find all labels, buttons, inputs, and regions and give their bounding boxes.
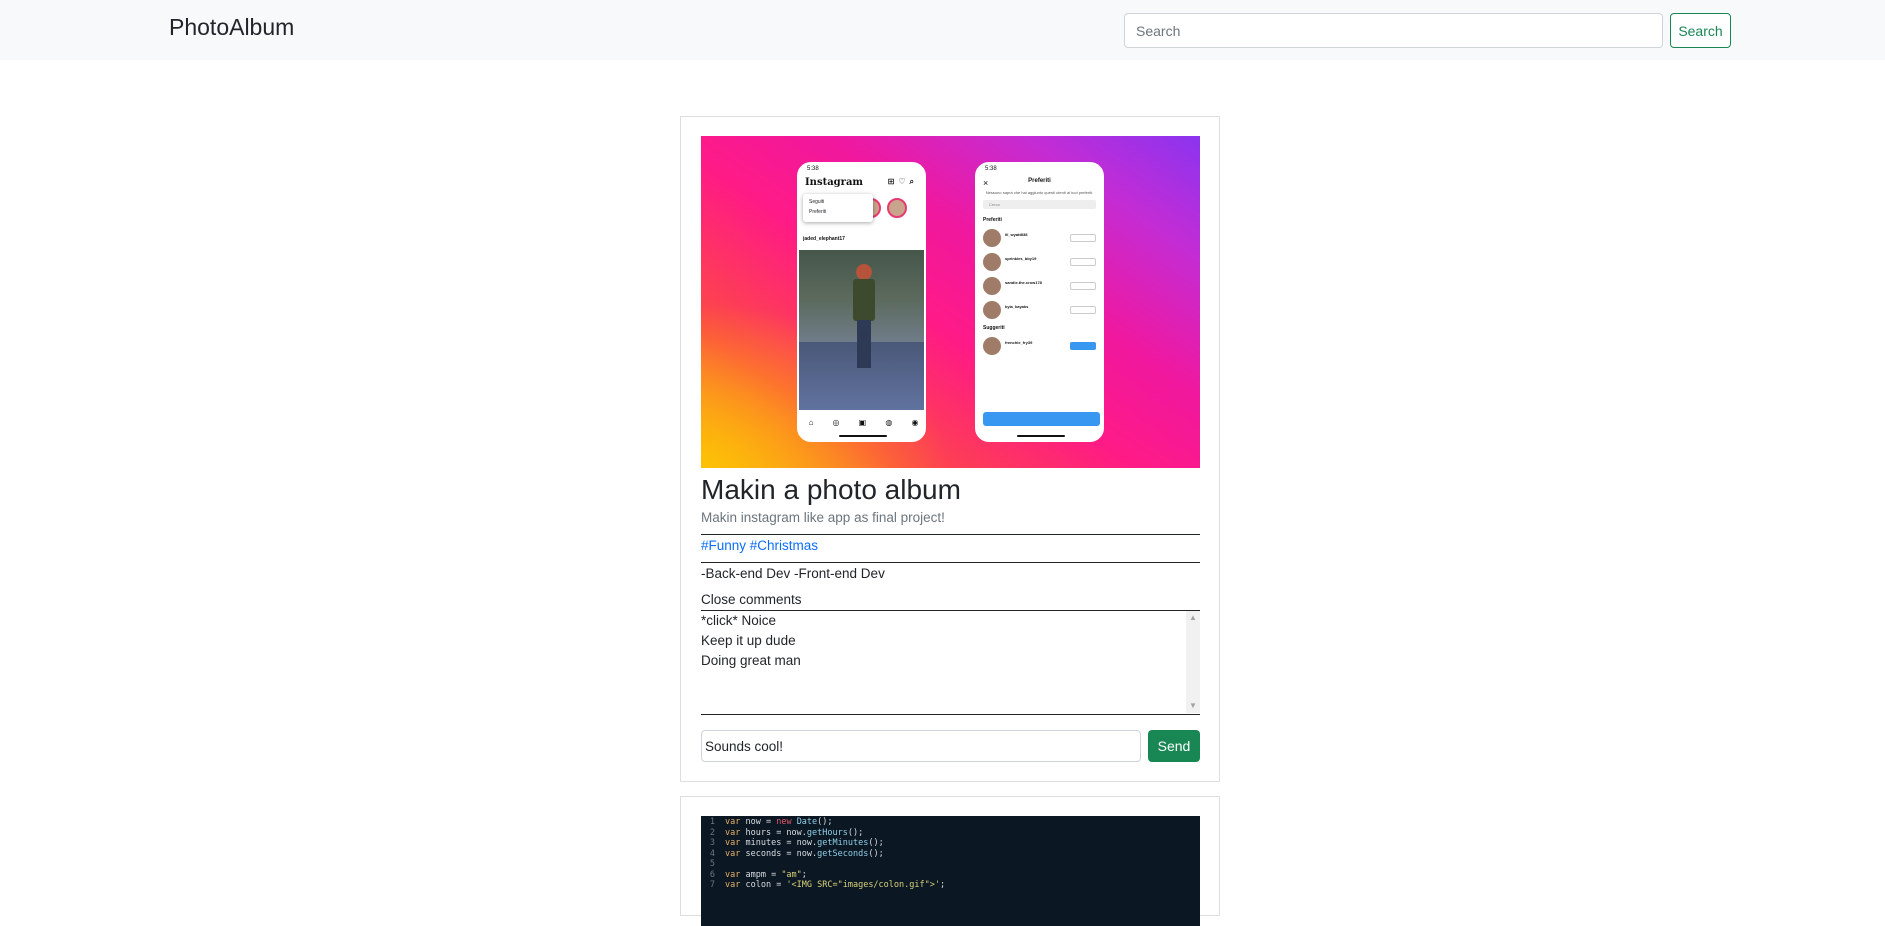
phone-mockup-feed: 5:38 Instagram ⊞♡⌕ Seguiti Preferiti jad… <box>797 162 926 442</box>
code-line: 6 var ampm = "am"; <box>701 870 1200 881</box>
tag-link[interactable]: #Christmas <box>750 538 818 553</box>
code-token: ; <box>801 869 807 880</box>
line-number: 6 <box>709 869 715 880</box>
code-token: colon = <box>745 880 787 890</box>
post-roles: -Back-end Dev -Front-end Dev <box>701 566 885 581</box>
toggle-comments-link[interactable]: Close comments <box>701 592 802 607</box>
code-token: minutes = now. <box>745 838 818 848</box>
home-indicator <box>1017 435 1065 437</box>
code-token: getSeconds <box>817 848 869 859</box>
profile-icon: ◉ <box>911 417 919 427</box>
suggested-section-label: Suggeriti <box>983 325 1005 331</box>
brand-logo[interactable]: PhotoAlbum <box>169 14 294 41</box>
code-token: '<IMG SRC="images/colon.gif">' <box>786 880 940 890</box>
code-token: getHours <box>806 827 848 838</box>
confirm-favorites-button <box>983 412 1100 426</box>
favorites-section-label: Preferiti <box>983 217 1002 223</box>
post-tags: #Funny #Christmas <box>701 538 818 553</box>
scroll-down-arrow-icon[interactable]: ▼ <box>1186 699 1200 713</box>
code-token: var <box>725 869 746 880</box>
code-token: var <box>725 827 746 838</box>
line-number: 5 <box>709 859 715 869</box>
phone-status-time: 5:38 <box>985 166 997 172</box>
code-token: new <box>776 817 797 827</box>
comment: *click* Noice <box>701 613 777 628</box>
comment: Doing great man <box>701 653 801 668</box>
line-number: 1 <box>709 817 715 827</box>
code-token: ; <box>939 880 946 890</box>
code-token: hours = now. <box>745 827 807 838</box>
code-line: 5 <box>701 859 1200 870</box>
phone-status-time: 5:38 <box>807 166 819 172</box>
favorite-user-row: lil_wyatt838 <box>983 226 1096 250</box>
code-line: 3 var minutes = now.getMinutes(); <box>701 838 1200 849</box>
code-token: ampm = <box>745 869 782 880</box>
code-token: now = <box>745 817 777 827</box>
code-token: var <box>725 817 746 827</box>
comments-scrollbar[interactable]: ▲ ▼ <box>1186 611 1200 713</box>
scroll-up-arrow-icon[interactable]: ▲ <box>1186 611 1200 625</box>
code-line: 2 var hours = now.getHours(); <box>701 828 1200 839</box>
favorites-title: Preferiti <box>1028 178 1051 184</box>
code-token: getMinutes <box>817 838 869 848</box>
menu-item-favorites: Preferiti <box>809 209 827 215</box>
search-input[interactable] <box>1124 13 1663 48</box>
code-line: 7 var colon = '<IMG SRC="images/colon.gif… <box>701 880 1200 891</box>
favorites-description: Nessuno saprà che hai aggiunto questi ut… <box>985 190 1094 195</box>
code-token: var <box>725 880 746 890</box>
line-number: 7 <box>709 880 715 890</box>
instagram-logo: Instagram <box>805 177 863 188</box>
navbar: PhotoAlbum Search <box>0 0 1885 60</box>
post-card: 1 var now = new Date(); 2 var hours = now.g… <box>680 796 1220 926</box>
post-description: Makin instagram like app as final projec… <box>701 510 945 525</box>
reels-icon: ▣ <box>858 417 867 427</box>
send-button[interactable]: Send <box>1148 730 1200 762</box>
comment: Keep it up dude <box>701 633 796 648</box>
favorite-user-row: sprinkles_bby19 <box>983 250 1096 274</box>
divider <box>701 534 1200 535</box>
favorite-user-row: sandie.the.crow178 <box>983 274 1096 298</box>
header-icons: ⊞♡⌕ <box>887 177 918 186</box>
story-avatar <box>887 198 907 218</box>
explore-icon: ◎ <box>832 417 840 427</box>
code-token: (); <box>868 838 884 848</box>
tag-link[interactable]: #Funny <box>701 538 746 553</box>
code-token: var <box>725 838 746 848</box>
code-line: 1 var now = new Date(); <box>701 817 1200 828</box>
post-title: Makin a photo album <box>701 474 961 505</box>
code-token: Date <box>796 817 818 827</box>
code-token: var <box>725 848 746 859</box>
divider <box>701 714 1200 715</box>
person-figure <box>851 264 877 384</box>
divider <box>701 562 1200 563</box>
line-number: 2 <box>709 827 715 838</box>
code-token: (); <box>847 827 864 838</box>
suggested-user-row: frenchie_fry39 <box>983 334 1096 358</box>
comment-input[interactable] <box>701 730 1141 762</box>
post-image: 1 var now = new Date(); 2 var hours = now.g… <box>701 816 1200 926</box>
shop-icon: ◍ <box>885 417 893 427</box>
line-number: 3 <box>709 838 715 848</box>
favorite-user-row: kyia_kayaks <box>983 298 1096 322</box>
phone-app-header: Instagram ⊞♡⌕ <box>799 174 924 190</box>
comments-list[interactable]: *click* Noice Keep it up dude Doing grea… <box>701 611 1200 713</box>
post-username: jaded_elephant17 <box>803 236 845 242</box>
feed-menu-popup: Seguiti Preferiti <box>803 194 873 222</box>
code-token: (); <box>817 817 833 827</box>
feed-photo <box>799 250 924 412</box>
code-line: 4 var seconds = now.getSeconds(); <box>701 849 1200 860</box>
code-token: (); <box>868 848 884 859</box>
close-icon: × <box>983 178 989 188</box>
post-card: 5:38 Instagram ⊞♡⌕ Seguiti Preferiti jad… <box>680 116 1220 782</box>
search-button[interactable]: Search <box>1670 13 1731 48</box>
menu-item-following: Seguiti <box>809 199 825 205</box>
post-image: 5:38 Instagram ⊞♡⌕ Seguiti Preferiti jad… <box>701 136 1200 468</box>
code-token: seconds = now. <box>745 848 818 859</box>
favorites-search: Cerca <box>983 200 1096 209</box>
home-indicator <box>839 435 887 437</box>
phone-mockup-favorites: 5:38 × Preferiti Nessuno saprà che hai a… <box>975 162 1104 442</box>
home-icon: ⌂ <box>808 417 814 427</box>
code-token: "am" <box>781 869 802 880</box>
line-number: 4 <box>709 848 715 859</box>
